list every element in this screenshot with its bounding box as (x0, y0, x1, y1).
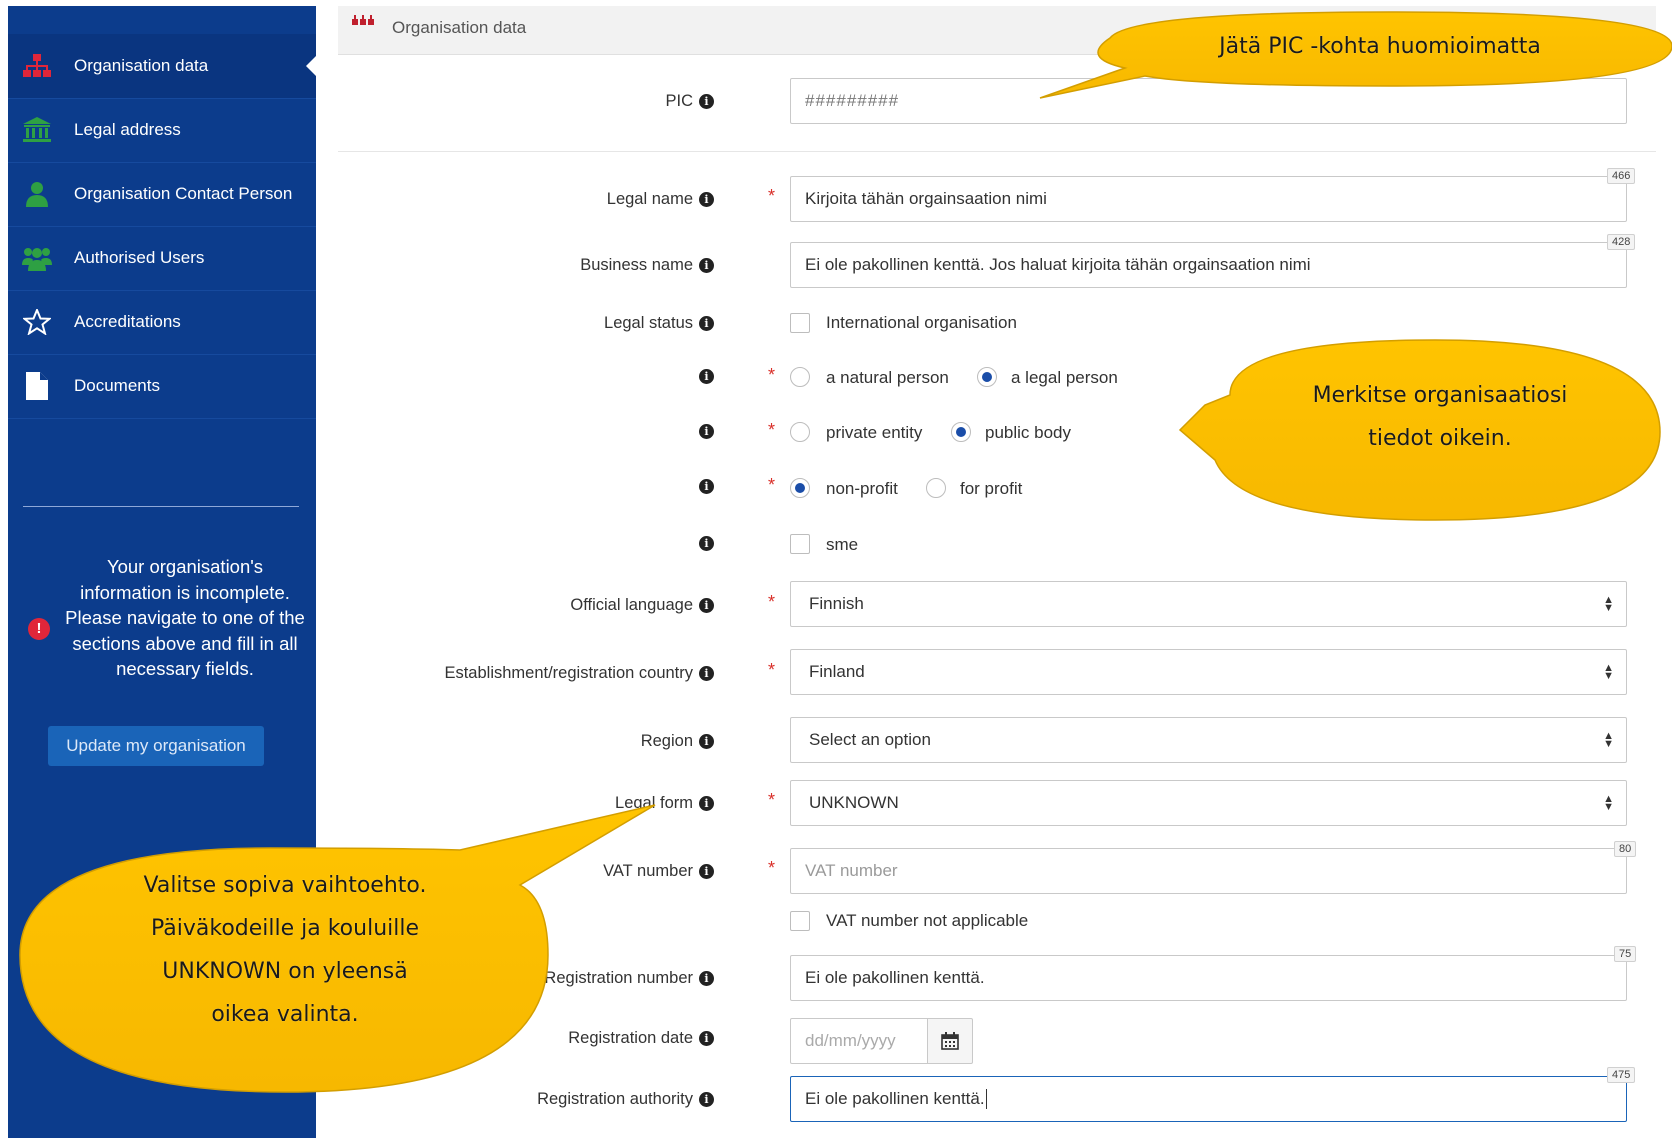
legal-form-callout-line2: Päiväkodeille ja kouluille (150, 916, 420, 941)
pic-callout-text: Jätä PIC -kohta huomioimatta (1219, 34, 1541, 59)
legal-form-callout-line1: Valitse sopiva vaihtoehto. (143, 873, 427, 898)
legal-form-callout-line3: UNKNOWN on yleensä (162, 959, 408, 984)
legal-form-callout-line4: oikea valinta. (211, 1002, 359, 1027)
org-callout-text-line1: Merkitse organisaatiosi (1312, 383, 1568, 408)
org-callout-text-line2: tiedot oikein. (1368, 426, 1512, 451)
